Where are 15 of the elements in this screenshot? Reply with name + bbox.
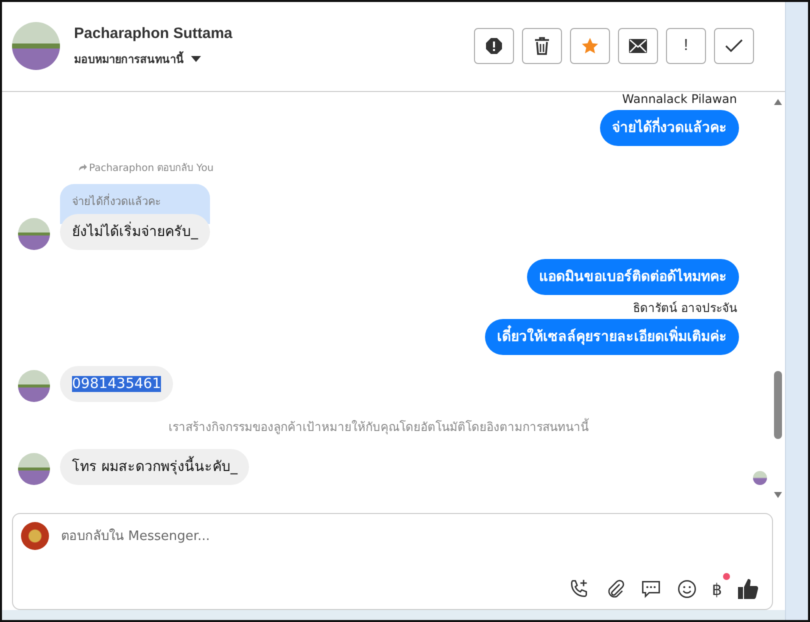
- message-text: ยังไม่ได้เริ่มจ่ายครับ_: [72, 224, 198, 240]
- sent-message: แอดมินขอเบอร์ติดต่อด้ไหมทคะ: [527, 258, 739, 295]
- message-text: โทร ผมสะดวกพรุ่งนี้นะคับ_: [72, 458, 238, 475]
- system-notice: เราสร้างกิจกรรมของลูกค้าเป้าหมายให้กับคุณโดยอัตโนมัติโดยอิงตามการสนทนานี้: [168, 417, 588, 436]
- sender-name: Wannalack Pilawan: [622, 92, 737, 106]
- message-text: 0981435461: [72, 376, 162, 392]
- reply-box[interactable]: ตอบกลับใน Messenger... ฿: [12, 513, 773, 610]
- baht-button[interactable]: ฿: [712, 577, 722, 602]
- contact-name: Pacharaphon Suttama: [74, 24, 232, 42]
- reply-note: Pacharaphon ตอบกลับ You: [89, 162, 214, 175]
- sender-name: ธิดารัตน์ อาจประจัน: [633, 300, 737, 315]
- sent-message: จ่ายได้กี่งวดแล้วคะ: [600, 110, 739, 146]
- sent-message: เดี๋ยวให้เซลล์คุยรายละเอียดเพิ่มเติมค่ะ: [485, 318, 739, 355]
- exclamation-button[interactable]: !: [666, 28, 706, 64]
- assign-dropdown[interactable]: มอบหมายการสนทนานี้: [74, 50, 232, 68]
